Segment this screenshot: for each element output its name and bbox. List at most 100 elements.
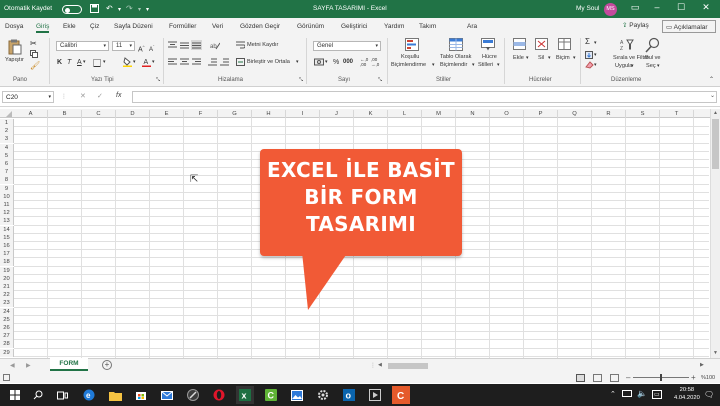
page-layout-view-icon[interactable]: [593, 374, 602, 382]
row-header[interactable]: 22: [0, 291, 14, 300]
italic-icon[interactable]: T: [67, 59, 71, 66]
page-break-view-icon[interactable]: [610, 374, 619, 382]
paste-icon[interactable]: [8, 39, 22, 57]
zoom-out-icon[interactable]: –: [626, 373, 630, 382]
sort-filter-dropdown-icon[interactable]: ▾: [631, 63, 634, 70]
column-header[interactable]: Q: [558, 110, 592, 118]
tab-search[interactable]: Ara: [467, 23, 477, 30]
excel-taskbar-icon[interactable]: x: [236, 386, 254, 404]
wrap-text-icon[interactable]: [236, 41, 246, 51]
insert-function-icon[interactable]: fx: [116, 92, 121, 99]
row-header[interactable]: 4: [0, 143, 14, 152]
merge-center-label[interactable]: Birleştir ve Ortala: [247, 59, 290, 66]
number-dialog-launcher-icon[interactable]: ⤡: [378, 77, 382, 84]
row-header[interactable]: 14: [0, 225, 14, 234]
ribbon-display-icon[interactable]: ▭: [626, 2, 644, 13]
orientation-icon[interactable]: ab: [210, 41, 221, 52]
fill-dropdown-icon[interactable]: ▾: [594, 52, 597, 59]
row-header[interactable]: 21: [0, 283, 14, 291]
align-middle-icon[interactable]: [180, 41, 189, 51]
edge-browser-icon[interactable]: e: [80, 386, 98, 404]
decrease-font-icon[interactable]: Aˇ: [149, 43, 154, 54]
redo-dropdown-icon[interactable]: ▾: [138, 6, 141, 13]
insert-label[interactable]: Ekle: [513, 55, 524, 62]
row-header[interactable]: 16: [0, 242, 14, 250]
tab-help[interactable]: Yardım: [384, 23, 404, 30]
increase-indent-icon[interactable]: [220, 58, 229, 68]
autosave-toggle[interactable]: [62, 5, 82, 14]
column-header[interactable]: G: [218, 110, 252, 118]
media-player-icon[interactable]: [366, 386, 384, 404]
find-select-label-1[interactable]: Bul ve: [645, 55, 661, 62]
zoom-slider-thumb[interactable]: [660, 374, 662, 381]
notifications-icon[interactable]: 🗨: [704, 390, 714, 399]
column-header[interactable]: K: [354, 110, 388, 118]
align-bottom-icon[interactable]: [191, 40, 202, 50]
column-header[interactable]: H: [252, 110, 286, 118]
camtasia-icon[interactable]: C: [262, 386, 280, 404]
conditional-formatting-icon[interactable]: [405, 38, 419, 53]
column-header[interactable]: P: [524, 110, 558, 118]
row-header[interactable]: 23: [0, 299, 14, 308]
add-sheet-icon[interactable]: +: [102, 360, 112, 370]
select-all-icon[interactable]: [6, 111, 12, 117]
wrap-text-label[interactable]: Metni Kaydır: [247, 42, 278, 49]
decrease-indent-icon[interactable]: [208, 58, 217, 68]
decrease-decimal-icon[interactable]: ,00 →,0: [371, 57, 379, 67]
find-select-dropdown-icon[interactable]: ▾: [657, 63, 660, 70]
column-header[interactable]: B: [48, 110, 82, 118]
row-header[interactable]: 11: [0, 201, 14, 209]
sort-filter-label-2[interactable]: Uygula: [615, 63, 632, 70]
row-header[interactable]: 3: [0, 135, 14, 144]
align-right-icon[interactable]: [192, 58, 201, 68]
clear-dropdown-icon[interactable]: ▾: [594, 62, 597, 69]
column-header[interactable]: F: [184, 110, 218, 118]
row-header[interactable]: 8: [0, 176, 14, 185]
format-dropdown-icon[interactable]: ▾: [573, 55, 576, 62]
comments-button[interactable]: ▭ Açıklamalar: [662, 20, 716, 33]
delete-cells-icon[interactable]: [535, 38, 548, 52]
share-button[interactable]: ⇪ Paylaş: [622, 21, 658, 33]
column-header[interactable]: I: [286, 110, 320, 118]
row-header[interactable]: 13: [0, 217, 14, 226]
font-dialog-launcher-icon[interactable]: ⤡: [156, 77, 160, 84]
font-color-icon[interactable]: A: [142, 57, 151, 69]
font-name-select[interactable]: Calibri ▾: [56, 41, 109, 51]
column-header[interactable]: L: [388, 110, 422, 118]
next-sheet-icon[interactable]: ▶: [26, 362, 31, 369]
fill-color-dropdown-icon[interactable]: ▾: [133, 59, 136, 66]
name-box[interactable]: C20 ▾: [2, 91, 54, 103]
tab-data[interactable]: Veri: [212, 23, 223, 30]
row-header[interactable]: 24: [0, 307, 14, 316]
borders-icon[interactable]: [93, 59, 101, 69]
fill-icon[interactable]: [585, 51, 593, 61]
merge-center-icon[interactable]: [236, 58, 245, 68]
clear-icon[interactable]: [585, 61, 594, 71]
normal-view-icon[interactable]: [576, 374, 585, 382]
formula-input[interactable]: [132, 91, 717, 103]
prev-sheet-icon[interactable]: ◀: [10, 362, 15, 369]
show-hidden-icons-icon[interactable]: ⌃: [610, 390, 616, 398]
column-header[interactable]: E: [150, 110, 184, 118]
tab-developer[interactable]: Geliştirici: [341, 23, 367, 30]
minimize-icon[interactable]: –: [648, 2, 666, 12]
cancel-entry-icon[interactable]: ✕: [80, 92, 86, 100]
row-header[interactable]: 27: [0, 332, 14, 341]
column-header[interactable]: A: [14, 110, 48, 118]
row-header[interactable]: 26: [0, 324, 14, 332]
scroll-right-icon[interactable]: ▶: [700, 362, 704, 368]
customize-qat-icon[interactable]: ▾: [146, 6, 149, 13]
macro-record-icon[interactable]: [3, 374, 10, 381]
sort-filter-icon[interactable]: AZ: [620, 38, 634, 54]
delete-dropdown-icon[interactable]: ▾: [548, 55, 551, 62]
windows-start-icon[interactable]: [6, 386, 24, 404]
store-icon[interactable]: [132, 386, 150, 404]
collapse-ribbon-icon[interactable]: ⌃: [709, 77, 714, 84]
volume-icon[interactable]: 🔈: [637, 389, 647, 398]
increase-decimal-icon[interactable]: ←,0,00: [360, 57, 368, 67]
cell-styles-icon[interactable]: [481, 38, 495, 53]
settings-gear-icon[interactable]: [314, 386, 332, 404]
outlook-icon[interactable]: o: [340, 386, 358, 404]
task-view-icon[interactable]: [53, 386, 71, 404]
scroll-left-icon[interactable]: ◀: [378, 362, 382, 368]
